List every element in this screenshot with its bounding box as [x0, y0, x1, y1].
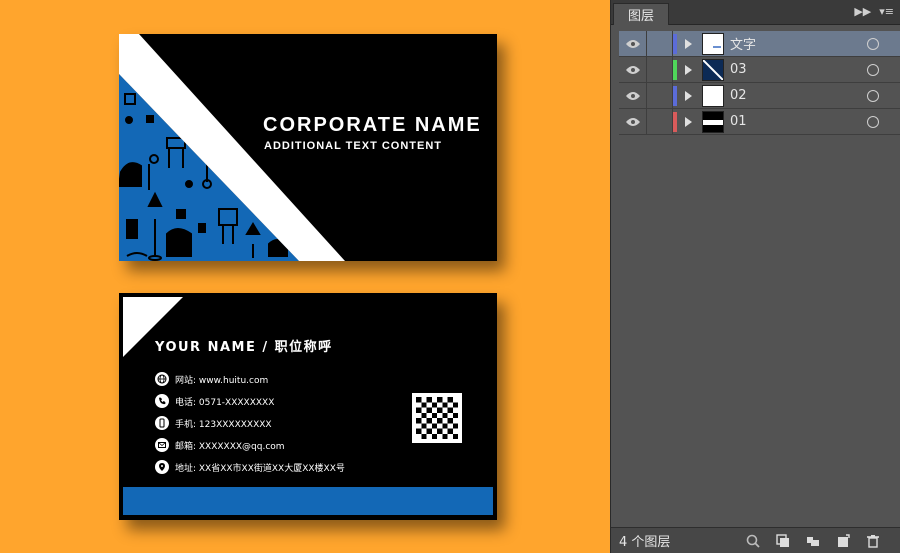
eye-icon[interactable]: [619, 82, 647, 109]
qr-code: [412, 393, 462, 443]
your-name: YOUR NAME / 职位称呼: [155, 340, 333, 355]
lock-cell[interactable]: [647, 108, 673, 135]
eye-icon[interactable]: [619, 30, 647, 57]
mobile-icon: [155, 416, 169, 430]
location-icon: [155, 460, 169, 474]
blue-footer-bar: [123, 487, 493, 515]
trash-icon[interactable]: [865, 533, 881, 549]
eye-icon[interactable]: [619, 56, 647, 83]
corporate-name: CORPORATE NAME: [263, 114, 482, 136]
lock-cell[interactable]: [647, 30, 673, 57]
layer-row-03[interactable]: 03: [619, 56, 900, 83]
address-text: 地址: XX省XX市XX街道XX大厦XX楼XX号: [175, 463, 345, 474]
contact-website: 网站: www.huitu.com: [155, 368, 345, 390]
new-sublayer-icon[interactable]: [805, 533, 821, 549]
business-card-back[interactable]: YOUR NAME / 职位称呼 网站: www.huitu.com 电话: 0…: [119, 293, 497, 520]
target-circle-icon[interactable]: [867, 115, 879, 128]
expand-triangle-icon[interactable]: [685, 90, 692, 101]
layer-color-strip: [673, 85, 677, 106]
layer-list: 文字 03 02 01: [619, 30, 900, 135]
additional-text: ADDITIONAL TEXT CONTENT: [264, 140, 443, 152]
expand-triangle-icon[interactable]: [685, 38, 692, 49]
phone-icon: [155, 394, 169, 408]
contact-email: 邮箱: XXXXXXX@qq.com: [155, 434, 345, 456]
layer-thumbnail: [702, 110, 724, 133]
contact-phone: 电话: 0571-XXXXXXXX: [155, 390, 345, 412]
target-circle-icon[interactable]: [867, 63, 879, 76]
layer-name[interactable]: 01: [730, 114, 867, 129]
layer-color-strip: [673, 33, 677, 54]
target-circle-icon[interactable]: [867, 37, 879, 50]
layer-row-02[interactable]: 02: [619, 82, 900, 109]
layer-name[interactable]: 文字: [730, 34, 867, 53]
layer-name[interactable]: 03: [730, 62, 867, 77]
layer-row-01[interactable]: 01: [619, 108, 900, 135]
target-circle-icon[interactable]: [867, 89, 879, 102]
layer-color-strip: [673, 59, 677, 80]
collapse-icon[interactable]: ▶▶: [854, 5, 871, 18]
contact-mobile: 手机: 123XXXXXXXXX: [155, 412, 345, 434]
expand-triangle-icon[interactable]: [685, 64, 692, 75]
phone-text: 电话: 0571-XXXXXXXX: [175, 397, 275, 408]
new-layer-icon[interactable]: [835, 533, 851, 549]
eye-icon[interactable]: [619, 108, 647, 135]
layer-row-text[interactable]: 文字: [619, 30, 900, 57]
layers-panel: 图层 ▶▶ ▾≡ 文字 03 02 01 4 个图层: [610, 0, 900, 553]
tab-layers[interactable]: 图层: [613, 3, 669, 25]
mail-icon: [155, 438, 169, 452]
business-card-front[interactable]: CORPORATE NAME ADDITIONAL TEXT CONTENT: [119, 34, 497, 261]
panel-header: 图层 ▶▶ ▾≡: [611, 0, 900, 25]
contact-list: 网站: www.huitu.com 电话: 0571-XXXXXXXX 手机: …: [155, 368, 345, 478]
layer-color-strip: [673, 111, 677, 132]
layer-thumbnail: [702, 32, 724, 55]
mobile-text: 手机: 123XXXXXXXXX: [175, 419, 272, 430]
panel-footer: 4 个图层: [611, 527, 900, 553]
contact-address: 地址: XX省XX市XX街道XX大厦XX楼XX号: [155, 456, 345, 478]
layer-name[interactable]: 02: [730, 88, 867, 103]
lock-cell[interactable]: [647, 82, 673, 109]
search-icon[interactable]: [745, 533, 761, 549]
panel-menu-icon[interactable]: ▾≡: [879, 5, 894, 18]
globe-icon: [155, 372, 169, 386]
clipping-mask-icon[interactable]: [775, 533, 791, 549]
lock-cell[interactable]: [647, 56, 673, 83]
layer-thumbnail: [702, 58, 724, 81]
layer-thumbnail: [702, 84, 724, 107]
email-text: 邮箱: XXXXXXX@qq.com: [175, 441, 285, 452]
panel-controls: ▶▶ ▾≡: [854, 5, 894, 18]
layer-count: 4 个图层: [619, 535, 671, 550]
expand-triangle-icon[interactable]: [685, 116, 692, 127]
footer-icons: [745, 533, 881, 549]
website-text: 网站: www.huitu.com: [175, 375, 269, 386]
